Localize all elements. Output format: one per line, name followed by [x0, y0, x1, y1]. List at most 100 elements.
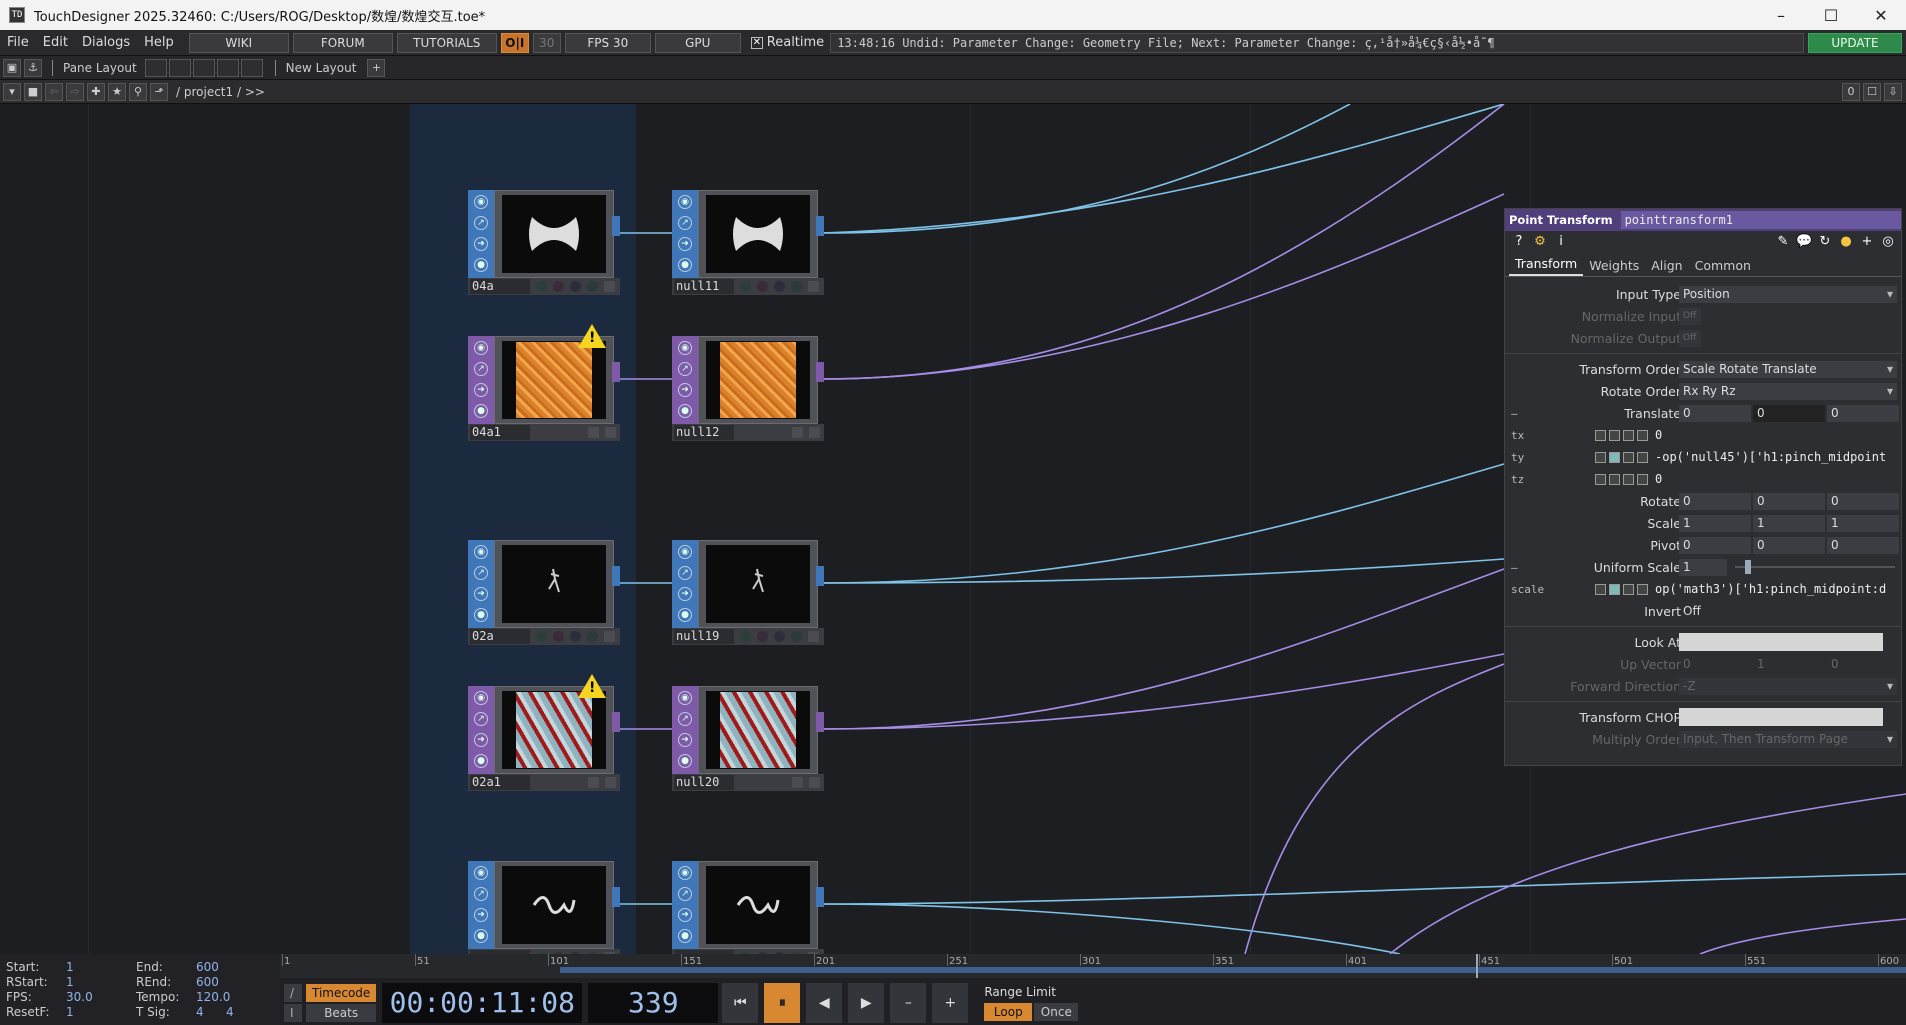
up-vector-z-field[interactable]: 0 [1827, 656, 1899, 673]
playhead[interactable] [1476, 954, 1478, 978]
node-flag[interactable] [791, 631, 802, 642]
timeline-scrollbar[interactable] [560, 967, 1906, 973]
node-flag[interactable] [757, 631, 768, 642]
output-connector[interactable] [612, 362, 620, 382]
frame-display[interactable]: 339 [588, 982, 719, 1023]
translate-y-field[interactable]: 0 [1753, 404, 1825, 422]
graph-icon[interactable]: ↗ [678, 216, 692, 230]
wire[interactable] [821, 568, 1505, 730]
node-flag[interactable] [791, 281, 802, 292]
rotate-y-field[interactable]: 0 [1753, 492, 1825, 510]
transform-order-menu[interactable]: Scale Rotate Translate [1679, 360, 1897, 378]
up-vector-x-field[interactable]: 0 [1679, 656, 1751, 673]
help-icon[interactable]: ? [1511, 234, 1527, 250]
zero-button[interactable]: 0 [1842, 82, 1860, 101]
node-04a[interactable]: ◉ ↗ ➜ ● 04a [468, 190, 620, 295]
python-icon[interactable]: ● [1838, 234, 1854, 250]
comment-icon[interactable]: 💬 [1796, 234, 1812, 250]
invert-toggle[interactable]: Off [1679, 603, 1727, 620]
pane-network-icon[interactable]: ⚓ [24, 58, 42, 77]
arrow-icon[interactable]: ➜ [474, 908, 488, 922]
node-viewer[interactable] [494, 190, 614, 278]
arrow-icon[interactable]: ➜ [678, 733, 692, 747]
plus-button[interactable]: + [932, 982, 969, 1023]
edit-icon[interactable]: ✎ [1775, 234, 1791, 250]
pin-icon[interactable]: ⇩ [1884, 82, 1902, 101]
wire[interactable] [821, 463, 1505, 584]
output-connector[interactable] [612, 566, 620, 586]
reset-icon[interactable]: ↻ [1817, 234, 1833, 250]
node-icon-strip[interactable]: ◉ ↗ ➜ ● [468, 540, 494, 628]
layout-single-button[interactable] [144, 58, 167, 77]
tab-transform[interactable]: Transform [1509, 256, 1584, 276]
i-button[interactable]: I [284, 1003, 302, 1022]
graph-icon[interactable]: ↗ [474, 566, 488, 580]
layout-quad-button[interactable] [240, 58, 263, 77]
python-icon[interactable]: ● [474, 258, 488, 272]
new-layout-add-button[interactable]: + [367, 58, 386, 77]
wire[interactable] [821, 193, 1505, 380]
play-icon[interactable]: ▶ [848, 982, 885, 1023]
arrow-icon[interactable]: ➜ [474, 237, 488, 251]
ty-mode-boxes[interactable] [1595, 451, 1651, 463]
node-name[interactable]: null12 [674, 425, 734, 440]
pane-menu-icon[interactable]: ▾ [3, 82, 21, 101]
node-flag[interactable] [808, 281, 819, 292]
node-04a1[interactable]: ◉ ↗ ➜ ● 04a1! [468, 324, 620, 441]
python-icon[interactable]: ● [678, 404, 692, 418]
node-flag[interactable] [570, 281, 581, 292]
node-flag[interactable] [774, 281, 785, 292]
tsig-numerator[interactable]: 4 [196, 1005, 226, 1019]
slash-button[interactable]: / [284, 983, 302, 1002]
output-connector[interactable] [816, 216, 824, 236]
uniform-scale-slider-handle[interactable] [1745, 560, 1751, 574]
oi-toggle-button[interactable]: O|I [500, 32, 529, 53]
fps-value[interactable]: 30.0 [66, 990, 93, 1004]
forward-direction-menu[interactable]: -Z [1679, 677, 1897, 695]
normalize-output-toggle[interactable]: Off [1679, 329, 1701, 347]
node-flag[interactable] [605, 427, 616, 438]
node-icon-strip[interactable]: ◉ ↗ ➜ ● [468, 190, 494, 278]
menu-file[interactable]: File [0, 35, 36, 50]
up-vector-y-field[interactable]: 1 [1753, 656, 1825, 673]
arrow-icon[interactable]: ➜ [474, 383, 488, 397]
translate-collapse-icon[interactable]: — [1511, 407, 1518, 420]
node-flag[interactable] [604, 631, 615, 642]
back-arrow-icon[interactable]: ⇦ [45, 82, 63, 101]
node-name[interactable]: 02a1 [470, 775, 530, 790]
forum-button[interactable]: FORUM [292, 32, 393, 53]
node-null20[interactable]: ◉ ↗ ➜ ● null20 [672, 686, 824, 791]
node-flag[interactable] [553, 281, 564, 292]
node-name[interactable]: 04a [470, 279, 530, 294]
timeline-ruler[interactable]: 1 51 101 151 201 251 301 351 401 451 501 551 600 [280, 954, 1906, 978]
node-viewer[interactable] [698, 861, 818, 949]
scale-z-field[interactable]: 1 [1827, 514, 1899, 532]
view-icon[interactable]: ◉ [474, 195, 488, 209]
rotate-x-field[interactable]: 0 [1679, 492, 1751, 510]
close-button[interactable]: ✕ [1856, 0, 1906, 30]
add-icon[interactable]: + [1859, 234, 1875, 250]
menu-help[interactable]: Help [137, 35, 181, 50]
scale-expression-field[interactable]: op('math3')['h1:pinch_midpoint:d [1651, 581, 1897, 598]
normalize-input-toggle[interactable]: Off [1679, 307, 1701, 325]
breadcrumb[interactable]: / project1 / >> [176, 85, 265, 99]
node-flag[interactable] [587, 631, 598, 642]
tx-mode-boxes[interactable] [1595, 429, 1651, 441]
maximize-pane-icon[interactable]: ☐ [1863, 82, 1881, 101]
update-button[interactable]: UPDATE [1808, 32, 1902, 53]
node-viewer[interactable] [494, 540, 614, 628]
layout-split-v-button[interactable] [168, 58, 191, 77]
node-flag[interactable] [604, 281, 615, 292]
node-flag[interactable] [757, 281, 768, 292]
output-connector[interactable] [612, 887, 620, 907]
view-icon[interactable]: ◉ [474, 545, 488, 559]
tx-field[interactable]: 0 [1651, 427, 1897, 444]
tempo-value[interactable]: 120.0 [196, 990, 230, 1004]
output-connector[interactable] [816, 712, 824, 732]
operator-name-field[interactable]: pointtransform1 [1620, 211, 1901, 229]
node-flag[interactable] [792, 777, 803, 788]
tsig-denominator[interactable]: 4 [226, 1005, 234, 1019]
node-viewer[interactable] [698, 336, 818, 424]
look-at-field[interactable] [1679, 633, 1883, 651]
step-back-icon[interactable]: ◀ [806, 982, 843, 1023]
